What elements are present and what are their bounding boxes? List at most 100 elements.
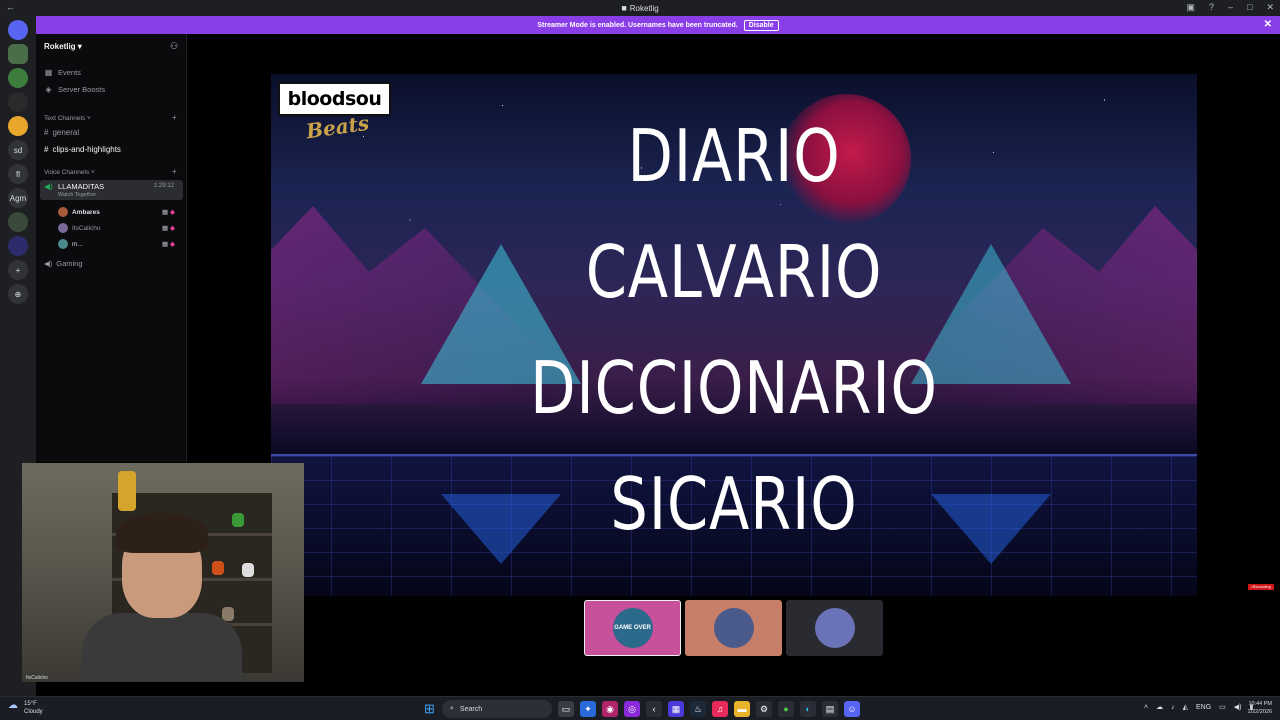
voice-timer: 1:29:12 [154, 183, 175, 189]
taskbar-clock[interactable]: 10:44 PM 1/22/2026 [1240, 700, 1272, 716]
lyric-word: DIARIO [627, 114, 841, 198]
channel-clips-and-highlights[interactable]: # clips-and-highlights [44, 145, 121, 154]
onedrive-icon[interactable]: ☁ [1156, 703, 1163, 711]
channel-label: clips-and-highlights [52, 145, 121, 154]
add-voice-channel-icon[interactable]: + [172, 167, 177, 176]
avatar [814, 608, 855, 648]
category-voice-channels[interactable]: Voice Channels ˅ [44, 169, 95, 176]
calendar-icon: ▦ [44, 68, 53, 77]
sidebar-item-server-boosts[interactable]: ◈ Server Boosts [44, 85, 105, 94]
server-icon[interactable] [8, 236, 28, 256]
avatar [713, 608, 754, 648]
person-hair [116, 513, 208, 553]
voice-user-status-icons: ▦ ◆ [162, 225, 175, 232]
app-icon: ■ [621, 3, 627, 13]
add-server-icon[interactable]: + [8, 260, 28, 280]
server-icon[interactable]: sd [8, 140, 28, 160]
task-view-icon[interactable]: ▭ [558, 701, 574, 717]
search-icon: ⌕ [450, 705, 454, 712]
server-icon[interactable]: Agm [8, 188, 28, 208]
chrome-icon[interactable]: ● [778, 701, 794, 717]
notepad-icon[interactable]: ▤ [822, 701, 838, 717]
app-icon[interactable]: ▦ [668, 701, 684, 717]
language-indicator[interactable]: ENG [1196, 704, 1211, 711]
server-icon[interactable] [8, 92, 28, 112]
sidebar-item-label: Server Boosts [58, 85, 106, 94]
streamer-mode-banner: Streamer Mode is enabled. Usernames have… [36, 16, 1280, 34]
participant-tiles: GAME OVER [584, 600, 883, 656]
inbox-icon[interactable]: ▣ [1186, 2, 1195, 13]
speaker-icon: ◀) [44, 259, 53, 268]
voice-user[interactable]: ItsCalicho ▦ ◆ [58, 223, 175, 233]
voice-user-status-icons: ▦ ◆ [162, 241, 175, 248]
maximize-button[interactable]: □ [1247, 2, 1252, 13]
server-name-dropdown[interactable]: Roketlig ▾ [44, 42, 82, 51]
server-icon[interactable] [8, 68, 28, 88]
participant-tile[interactable]: GAME OVER [584, 600, 681, 656]
app-icon[interactable]: ◉ [602, 701, 618, 717]
voice-user[interactable]: m... ▦ ◆ [58, 239, 175, 249]
close-banner-icon[interactable]: ✕ [1264, 19, 1272, 30]
windows-start-icon[interactable]: ⊞ [424, 702, 437, 715]
minimize-button[interactable]: – [1228, 2, 1233, 13]
category-text-channels[interactable]: Text Channels ˅ [44, 115, 91, 122]
app-icon[interactable]: ‹ [646, 701, 662, 717]
microphone-icon[interactable]: ♪ [1171, 704, 1175, 711]
channel-label: general [52, 128, 80, 137]
participant-tile[interactable] [685, 600, 782, 656]
recording-badge: •Recording [1248, 584, 1274, 590]
server-icon[interactable] [8, 116, 28, 136]
music-icon[interactable]: ♫ [712, 701, 728, 717]
server-icon[interactable] [8, 44, 28, 64]
boost-icon: ◈ [45, 85, 52, 94]
hash-icon: # [44, 128, 49, 137]
chevron-up-icon[interactable]: ˄ [1144, 704, 1148, 711]
taskbar-search[interactable]: ⌕ Search [442, 700, 552, 718]
disable-streamer-mode-button[interactable]: Disable [743, 19, 779, 31]
invite-icon[interactable]: ⚇ [170, 41, 178, 52]
window-title: Roketlig [629, 3, 659, 13]
discord-home-icon[interactable] [8, 20, 28, 40]
sidebar-item-events[interactable]: ▦ Events [44, 68, 81, 77]
voice-user[interactable]: Ambares ▦ ◆ [58, 207, 175, 217]
channel-sidebar: Roketlig ▾ ⚇ ▦ Events ◈ Server Boosts Te… [36, 34, 187, 462]
participant-tile[interactable] [786, 600, 883, 656]
server-icon[interactable] [8, 212, 28, 232]
channel-general[interactable]: # general [44, 128, 79, 137]
voice-channel-gaming[interactable]: ◀) Gaming [44, 259, 83, 268]
server-icon[interactable]: fl [8, 164, 28, 184]
lyric-word: SICARIO [610, 462, 858, 546]
person-body [82, 613, 242, 682]
settings-icon[interactable]: ⚙ [756, 701, 772, 717]
search-label: Search [459, 705, 483, 713]
weather-condition: Cloudy [24, 709, 43, 715]
steam-icon[interactable]: ♨ [690, 701, 706, 717]
window-titlebar: ← ■ Roketlig ▣ ? – □ ✕ [0, 0, 1280, 16]
stream-view[interactable]: bloodsou Beats DIARIO CALVARIO DICCIONAR… [271, 74, 1197, 596]
lyric-word: DICCIONARIO [530, 346, 938, 430]
explore-icon[interactable]: ⊕ [8, 284, 28, 304]
folder-icon[interactable]: ▬ [734, 701, 750, 717]
avatar [58, 239, 68, 249]
edge-icon[interactable]: ◐ [800, 701, 816, 717]
webcam-caption: ItsCalicho [26, 675, 48, 681]
avatar [58, 207, 68, 217]
voice-activity: Watch Together [58, 192, 97, 198]
discord-icon[interactable]: ☺ [844, 701, 860, 717]
add-text-channel-icon[interactable]: + [172, 113, 177, 122]
network-icon[interactable]: ◭ [1183, 703, 1188, 711]
monitor-icon[interactable]: ▭ [1219, 703, 1226, 711]
copilot-icon[interactable]: ✦ [580, 701, 596, 717]
weather-temp: 15°F [24, 701, 37, 707]
banner-text: Streamer Mode is enabled. Usernames have… [537, 21, 738, 29]
lyric-word: CALVARIO [585, 230, 883, 314]
voice-user-status-icons: ▦ ◆ [162, 209, 175, 216]
app-icon[interactable]: ◎ [624, 701, 640, 717]
voice-user-name: Ambares [72, 208, 100, 216]
voice-channel-llamaditas[interactable]: ◀) LLAMADITAS 1:29:12 Watch Together [40, 180, 183, 200]
back-icon[interactable]: ← [6, 2, 15, 12]
help-icon[interactable]: ? [1209, 2, 1214, 13]
weather-widget[interactable]: ☁ 15°F Cloudy [8, 700, 43, 716]
close-window-button[interactable]: ✕ [1266, 2, 1274, 13]
voice-channel-label: LLAMADITAS [58, 182, 105, 191]
